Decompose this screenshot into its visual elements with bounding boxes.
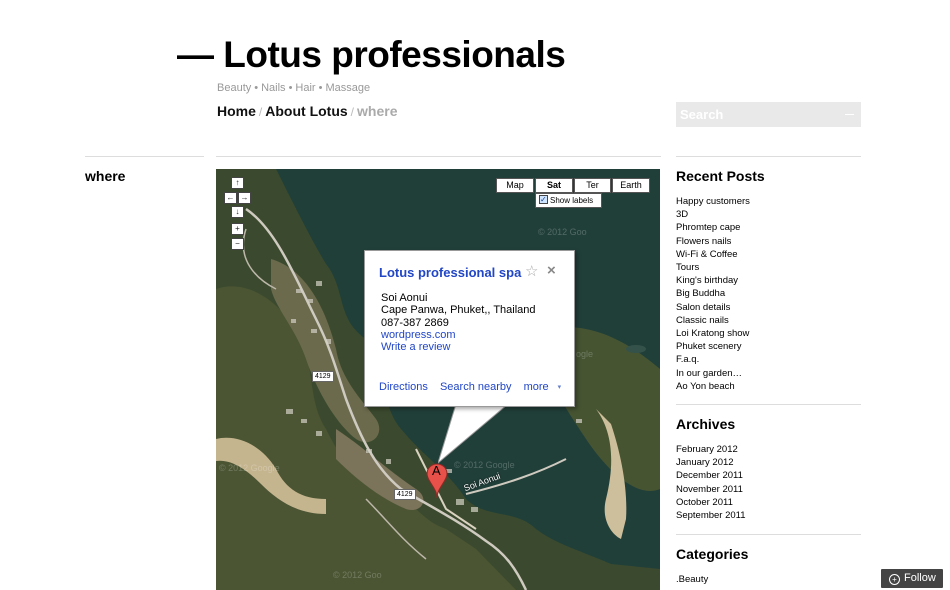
website-link[interactable]: wordpress.com <box>381 329 456 341</box>
search-submit-icon[interactable] <box>845 108 855 120</box>
archive-link[interactable]: October 2011 <box>676 496 746 509</box>
show-labels-checkbox[interactable]: Show labels <box>535 193 602 208</box>
checkbox-checked-icon[interactable] <box>539 193 548 206</box>
directions-link[interactable]: Directions <box>379 381 428 393</box>
divider <box>676 534 861 535</box>
phone-number: 087-387 2869 <box>381 317 449 329</box>
recent-post-link[interactable]: Happy customers <box>676 195 750 208</box>
divider <box>676 156 861 157</box>
road-number-badge: 4129 <box>394 489 416 500</box>
map-copyright: © 2012 Google <box>219 463 280 473</box>
recent-post-link[interactable]: King's birthday <box>676 274 750 287</box>
nav-about-lotus[interactable]: About Lotus <box>265 103 347 119</box>
recent-post-link[interactable]: Salon details <box>676 301 750 314</box>
recent-post-link[interactable]: Ao Yon beach <box>676 380 750 393</box>
plus-icon: + <box>889 574 900 585</box>
pan-up-button[interactable]: ↑ <box>231 177 244 189</box>
search-box <box>676 102 861 127</box>
infowindow-actions: Directions Search nearby more ▾ <box>379 381 579 393</box>
tagline-item: Nails <box>261 82 286 94</box>
categories-list: .Beauty <box>676 573 708 586</box>
site-tagline: Beauty • Nails • Hair • Massage <box>217 82 370 94</box>
recent-post-link[interactable]: Classic nails <box>676 314 750 327</box>
divider <box>85 156 204 157</box>
star-icon[interactable]: ☆ <box>525 262 538 280</box>
breadcrumb: Home / About Lotus / where <box>217 103 397 119</box>
recent-post-link[interactable]: Tours <box>676 261 750 274</box>
road-number-badge: 4129 <box>312 371 334 382</box>
archive-link[interactable]: February 2012 <box>676 443 746 456</box>
tagline-separator: • <box>318 82 323 94</box>
recent-post-link[interactable]: F.a.q. <box>676 353 750 366</box>
recent-post-link[interactable]: Big Buddha <box>676 287 750 300</box>
recent-post-link[interactable]: Phuket scenery <box>676 340 750 353</box>
address-street: Soi Aonui <box>381 292 428 304</box>
zoom-out-button[interactable]: − <box>231 238 244 250</box>
address-city: Cape Panwa, Phuket,, Thailand <box>381 304 536 316</box>
divider <box>216 156 661 157</box>
tagline-separator: • <box>254 82 259 94</box>
zoom-in-button[interactable]: + <box>231 223 244 235</box>
recent-post-link[interactable]: In our garden… <box>676 367 750 380</box>
write-review-link[interactable]: Write a review <box>381 341 450 353</box>
close-icon[interactable]: × <box>547 262 556 279</box>
pan-left-button[interactable]: ← <box>224 192 237 204</box>
site-title[interactable]: — Lotus professionals <box>177 34 566 76</box>
recent-posts-heading: Recent Posts <box>676 168 765 184</box>
google-map[interactable]: © 2012 Goo © 2012 Google © 2012 Google ©… <box>216 169 660 590</box>
recent-post-link[interactable]: Loi Kratong show <box>676 327 750 340</box>
nav-current-where: where <box>357 103 398 119</box>
tagline-item: Hair <box>295 82 316 94</box>
infowindow-pointer <box>438 404 509 464</box>
show-labels-label: Show labels <box>550 196 594 205</box>
map-type-map[interactable]: Map <box>496 178 534 193</box>
page-title: where <box>85 168 126 184</box>
map-type-sat[interactable]: Sat <box>535 178 573 193</box>
map-copyright: ogle <box>576 349 594 359</box>
recent-post-link[interactable]: Phromtep cape <box>676 221 750 234</box>
search-input[interactable] <box>676 102 844 127</box>
pan-down-button[interactable]: ↓ <box>231 206 244 218</box>
site-title-text[interactable]: Lotus professionals <box>223 34 566 75</box>
chevron-down-icon: ▾ <box>557 384 562 391</box>
recent-post-link[interactable]: 3D <box>676 208 750 221</box>
archive-link[interactable]: November 2011 <box>676 483 746 496</box>
archives-heading: Archives <box>676 416 736 432</box>
map-infowindow: Lotus professional spa ☆ × Soi Aonui Cap… <box>364 250 575 407</box>
more-link[interactable]: more ▾ <box>524 381 571 393</box>
pan-right-button[interactable]: → <box>238 192 251 204</box>
title-dash: — <box>177 34 214 75</box>
tagline-item: Massage <box>325 82 371 94</box>
search-nearby-link[interactable]: Search nearby <box>440 381 512 393</box>
map-copyright: © 2012 Goo <box>538 227 587 237</box>
marker-label: A <box>432 463 441 478</box>
more-label[interactable]: more <box>524 381 549 393</box>
map-copyright: © 2012 Goo <box>333 570 382 580</box>
map-type-ter[interactable]: Ter <box>574 178 611 193</box>
map-type-earth[interactable]: Earth <box>612 178 650 193</box>
recent-post-link[interactable]: Wi-Fi & Coffee <box>676 248 750 261</box>
nav-home[interactable]: Home <box>217 103 256 119</box>
category-link[interactable]: .Beauty <box>676 573 708 586</box>
tagline-item: Beauty <box>217 82 252 94</box>
nav-separator: / <box>350 105 355 119</box>
nav-separator: / <box>258 105 263 119</box>
archive-link[interactable]: December 2011 <box>676 469 746 482</box>
infowindow-title[interactable]: Lotus professional spa <box>379 265 521 280</box>
follow-label: Follow <box>904 572 936 584</box>
archive-link[interactable]: January 2012 <box>676 456 746 469</box>
tagline-separator: • <box>288 82 293 94</box>
follow-button[interactable]: + Follow <box>881 569 943 588</box>
archive-link[interactable]: September 2011 <box>676 509 746 522</box>
recent-posts-list: Happy customers 3D Phromtep cape Flowers… <box>676 195 750 393</box>
archives-list: February 2012 January 2012 December 2011… <box>676 443 746 522</box>
recent-post-link[interactable]: Flowers nails <box>676 235 750 248</box>
divider <box>676 404 861 405</box>
categories-heading: Categories <box>676 546 749 562</box>
